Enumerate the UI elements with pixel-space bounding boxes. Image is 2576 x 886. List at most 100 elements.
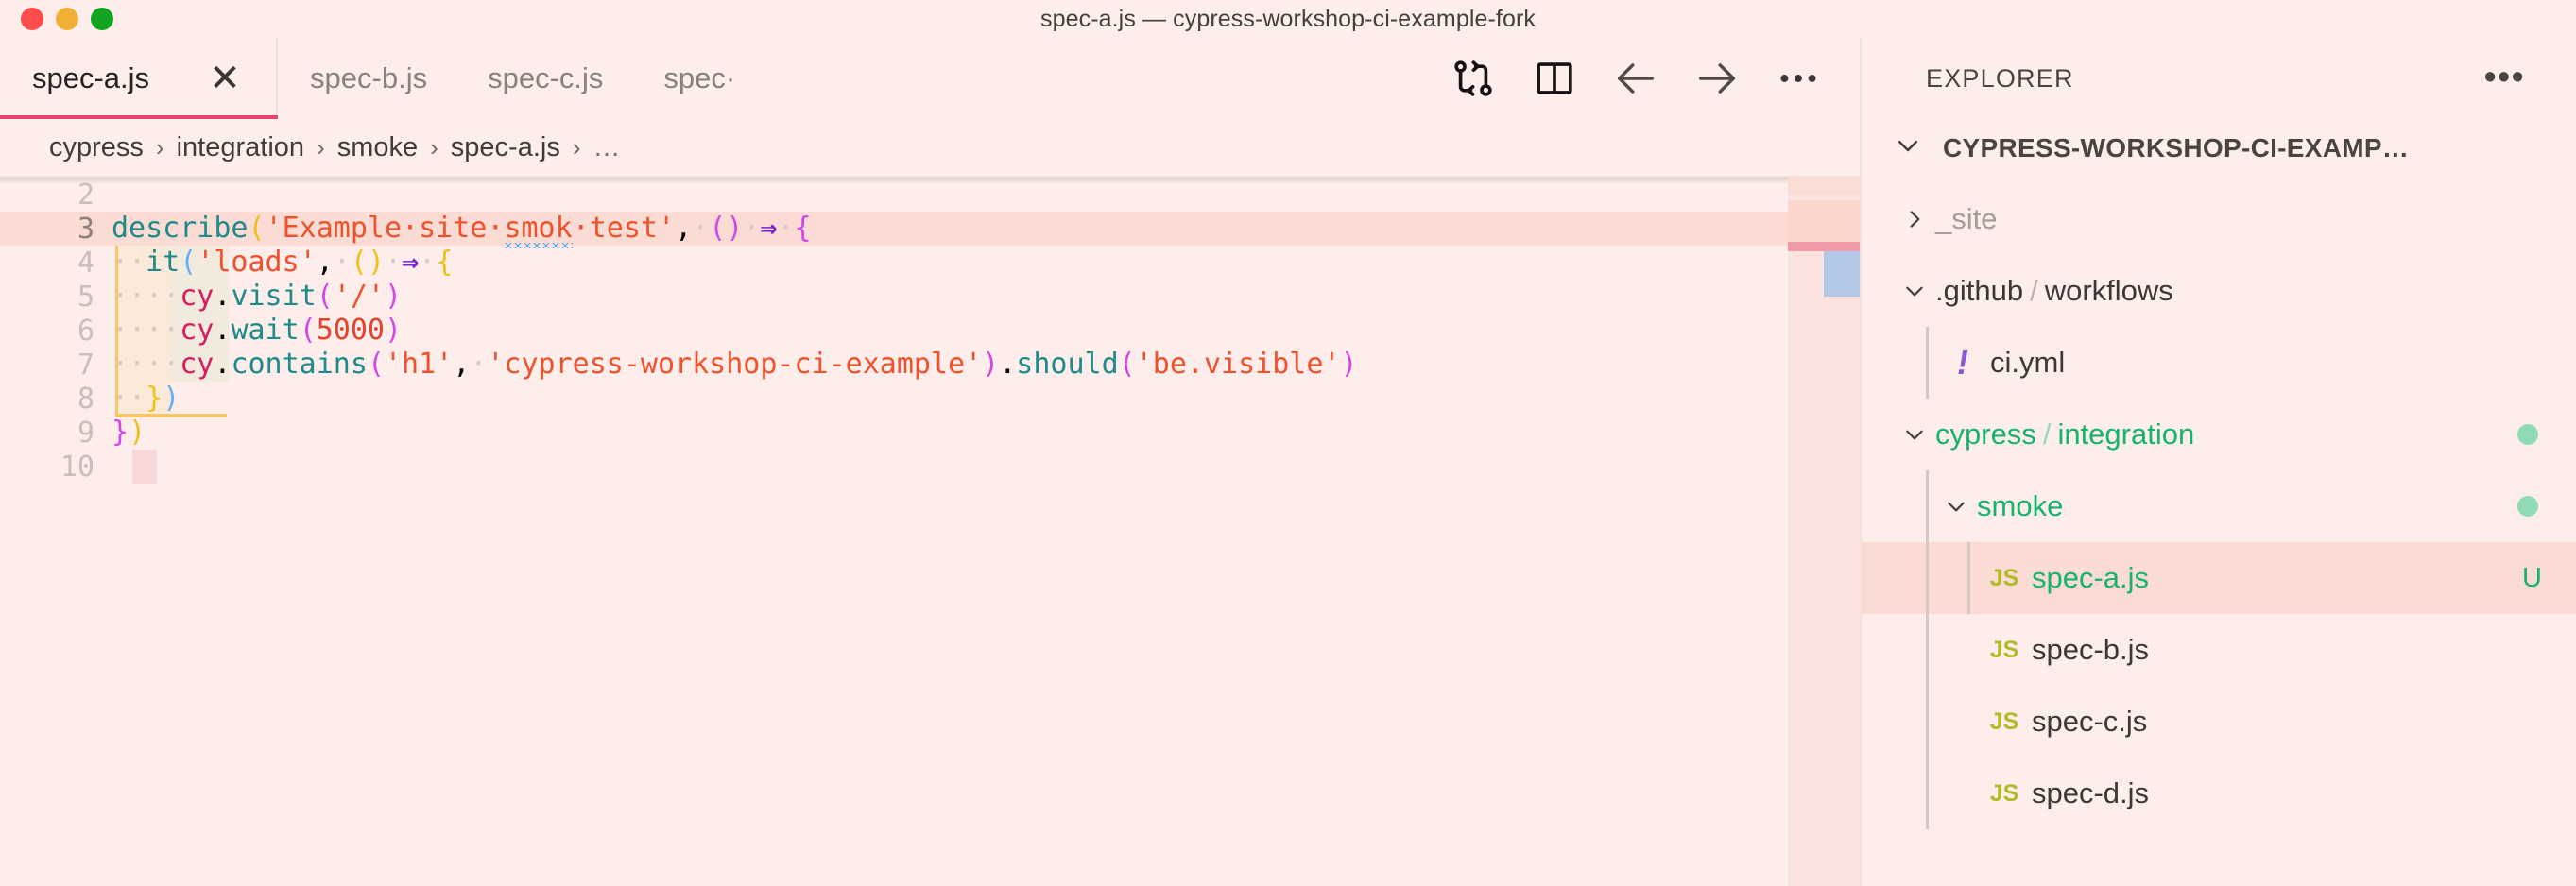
token-string: 'loads' <box>197 246 317 279</box>
tree-item-label: .github / workflows <box>1935 274 2173 308</box>
token-string: '/' <box>333 280 385 313</box>
breadcrumb-item-spec-a-js[interactable]: spec-a.js <box>451 132 560 163</box>
editor-toolbar <box>1433 38 1860 119</box>
breadcrumb-item-integration[interactable]: integration <box>177 132 304 163</box>
tree-item-smoke[interactable]: smoke <box>1862 470 2576 542</box>
code-editor[interactable]: 2 3 describe('Example·site·smok·test',·(… <box>0 178 1860 886</box>
token-whitespace: · <box>129 280 146 313</box>
line-number: 2 <box>77 178 94 212</box>
token-paren: ) <box>982 348 1000 381</box>
tab-spec-c-js[interactable]: spec-c.js <box>455 38 631 119</box>
line-content[interactable]: ··it('loads',·()·⇒·{ <box>112 246 1860 280</box>
token-should: should <box>1016 348 1119 381</box>
more-actions-icon[interactable] <box>1758 38 1839 119</box>
tab-label: spec-b.js <box>310 61 428 94</box>
js-file-icon: JS <box>1989 564 2019 591</box>
code-line[interactable]: 6 ····cy.wait(5000) <box>0 314 1860 348</box>
explorer-root-label: CYPRESS-WORKSHOP-CI-EXAMP… <box>1943 133 2410 162</box>
arrow-left-icon[interactable] <box>1595 38 1676 119</box>
tree-item-_site[interactable]: _site <box>1862 183 2576 255</box>
token-brace: } <box>112 416 129 449</box>
token-brace: { <box>436 246 454 279</box>
tree-item-spec-a-js[interactable]: JS spec-a.js U <box>1862 542 2576 614</box>
explorer-title: EXPLORER <box>1926 63 2074 93</box>
token-string: 'h1' <box>385 348 454 381</box>
code-line[interactable]: 4 ··it('loads',·()·⇒·{ <box>0 246 1860 280</box>
split-editor-icon[interactable] <box>1514 38 1595 119</box>
token-whitespace: · <box>146 314 163 347</box>
git-compare-icon[interactable] <box>1433 38 1514 119</box>
line-content[interactable]: }) <box>112 416 1860 450</box>
token-whitespace: · <box>163 348 180 381</box>
token-whitespace: · <box>163 280 180 313</box>
token-dot: . <box>214 280 232 313</box>
line-number: 9 <box>77 416 94 450</box>
token-dot: . <box>214 314 232 347</box>
code-line[interactable]: 10 <box>0 450 1860 484</box>
ruler-viewport <box>1788 251 1860 648</box>
tab-label: spec-c.js <box>488 61 604 94</box>
code-line[interactable]: 8 ··}) <box>0 382 1860 416</box>
arrow-right-icon[interactable] <box>1676 38 1758 119</box>
line-content[interactable]: ··}) <box>112 382 1860 416</box>
token-paren: ) <box>385 314 403 347</box>
tree-item-label: spec-b.js <box>2032 633 2150 666</box>
explorer-root-folder[interactable]: CYPRESS-WORKSHOP-CI-EXAMP… <box>1862 119 2576 178</box>
workbench-body: spec-a.js ✕ spec-b.js spec-c.js spec· cy… <box>0 38 2576 886</box>
tree-item-github-workflows[interactable]: .github / workflows <box>1862 255 2576 327</box>
code-line[interactable]: 3 describe('Example·site·smok·test',·()·… <box>0 212 1860 246</box>
token-whitespace: · <box>129 382 146 415</box>
chevron-down-icon[interactable] <box>1935 494 1977 519</box>
tree-item-cypress-integration[interactable]: cypress / integration <box>1862 399 2576 470</box>
tree-item-subname: workflows <box>2044 274 2173 307</box>
tree-item-spec-b-js[interactable]: JS spec-b.js <box>1862 614 2576 686</box>
code-line[interactable]: 5 ····cy.visit('/') <box>0 280 1860 314</box>
tree-item-ci-yml[interactable]: ! ci.yml <box>1862 327 2576 399</box>
line-content[interactable]: describe('Example·site·smok·test',·()·⇒·… <box>112 212 1860 246</box>
more-actions-icon[interactable]: ••• <box>2483 60 2576 95</box>
tab-label: spec· <box>663 61 736 94</box>
token-whitespace: · <box>470 348 488 381</box>
editor-group: spec-a.js ✕ spec-b.js spec-c.js spec· cy… <box>0 38 1860 886</box>
tab-spec-b-js[interactable]: spec-b.js <box>278 38 455 119</box>
chevron-down-icon[interactable] <box>1894 422 1935 447</box>
title-bar: spec-a.js — cypress-workshop-ci-example-… <box>0 0 2576 38</box>
token-cy: cy <box>180 348 215 381</box>
chevron-right-icon[interactable] <box>1894 207 1935 231</box>
close-window-button[interactable] <box>21 8 43 30</box>
code-line[interactable]: 9 }) <box>0 416 1860 450</box>
code-line[interactable]: 2 <box>0 178 1860 212</box>
breadcrumb-item-cypress[interactable]: cypress <box>49 132 144 163</box>
file-tree: _site .github / workflows ! ci.yml cypre… <box>1862 178 2576 829</box>
tree-item-label: spec-d.js <box>2032 776 2150 809</box>
token-dot: . <box>214 348 232 381</box>
token-paren: ( <box>367 348 385 381</box>
maximize-window-button[interactable] <box>91 8 113 30</box>
tree-item-subname: integration <box>2057 417 2195 451</box>
chevron-down-icon[interactable] <box>1894 279 1935 303</box>
explorer-sidebar: EXPLORER ••• CYPRESS-WORKSHOP-CI-EXAMP… … <box>1860 38 2576 886</box>
path-separator: / <box>2030 274 2038 307</box>
tab-spec-d-js[interactable]: spec· <box>631 38 735 119</box>
code-line[interactable]: 7 ····cy.contains('h1',·'cypress-worksho… <box>0 348 1860 382</box>
chevron-right-icon: › <box>155 132 164 162</box>
breadcrumb-item-symbols[interactable]: … <box>593 132 623 163</box>
tree-item-spec-d-js[interactable]: JS spec-d.js <box>1862 758 2576 829</box>
line-content[interactable]: ····cy.visit('/') <box>112 280 1860 314</box>
line-number: 4 <box>77 246 94 280</box>
close-icon[interactable]: ✕ <box>200 54 249 103</box>
line-content[interactable]: ····cy.wait(5000) <box>112 314 1860 348</box>
tree-item-spec-c-js[interactable]: JS spec-c.js <box>1862 686 2576 758</box>
token-whitespace: · <box>419 246 437 279</box>
token-whitespace: · <box>129 314 146 347</box>
token-cy: cy <box>180 280 215 313</box>
line-content[interactable]: ····cy.contains('h1',·'cypress-workshop-… <box>112 348 1860 382</box>
token-comma: , <box>453 348 471 381</box>
minimize-window-button[interactable] <box>56 8 78 30</box>
overview-ruler[interactable] <box>1788 178 1860 886</box>
tab-spec-a-js[interactable]: spec-a.js ✕ <box>0 38 279 119</box>
breadcrumb-item-smoke[interactable]: smoke <box>337 132 418 163</box>
token-dot: . <box>999 348 1017 381</box>
token-contains: contains <box>231 348 368 381</box>
token-paren: ( <box>180 246 197 279</box>
